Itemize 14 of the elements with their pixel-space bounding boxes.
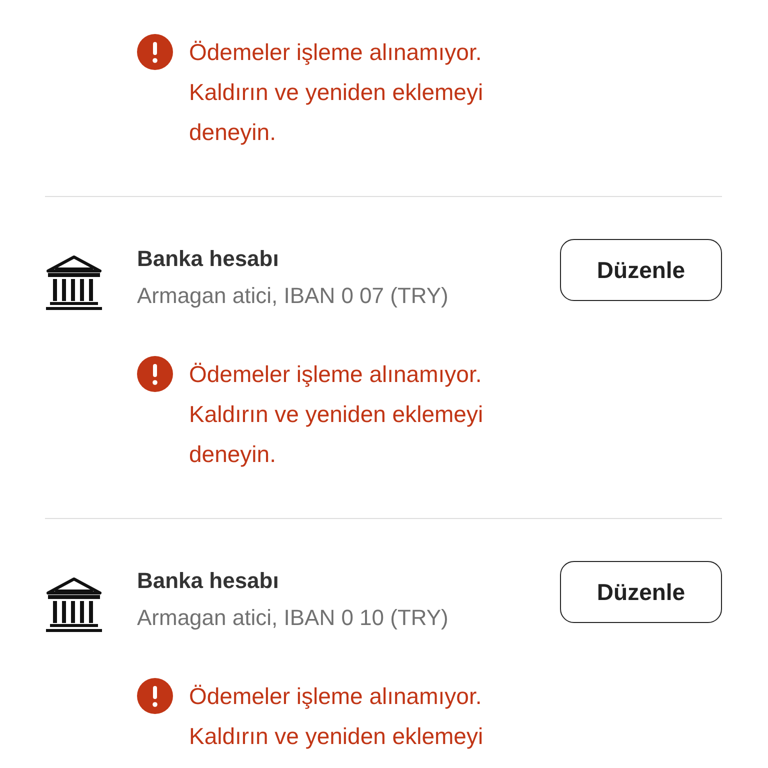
account-details: Armagan atici, IBAN 0 10 (TRY) xyxy=(137,604,450,632)
account-title: Banka hesabı xyxy=(137,245,280,273)
error-message: Ödemeler işleme alınamıyor. Kaldırın ve yeniden eklemeyi deneyin. xyxy=(189,38,484,147)
account-title: Banka hesabı xyxy=(137,567,280,595)
alert-icon xyxy=(137,678,173,714)
alert-icon xyxy=(137,34,173,70)
error-message: Ödemeler işleme alınamıyor. Kaldırın ve yeniden eklemeyi xyxy=(189,682,484,751)
edit-button[interactable]: Düzenle xyxy=(560,561,722,623)
account-details: Armagan atici, IBAN 0 07 (TRY) xyxy=(137,282,450,310)
alert-icon xyxy=(137,356,173,392)
bank-icon xyxy=(45,255,103,311)
bank-icon xyxy=(45,577,103,633)
error-message: Ödemeler işleme alınamıyor. Kaldırın ve yeniden eklemeyi deneyin. xyxy=(189,360,484,469)
edit-button[interactable]: Düzenle xyxy=(560,239,722,301)
